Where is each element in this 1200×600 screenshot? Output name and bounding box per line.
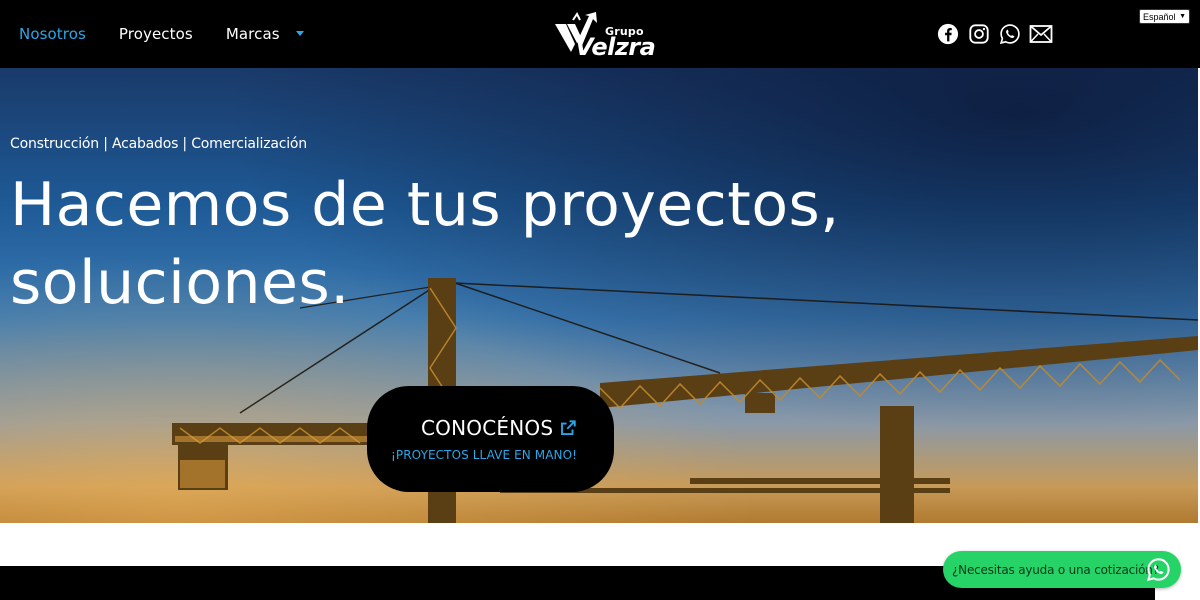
- language-select-value: Español: [1143, 11, 1176, 22]
- whatsapp-help-button[interactable]: ¿Necesitas ayuda o una cotización?: [943, 551, 1181, 588]
- external-link-icon: [561, 420, 576, 435]
- top-navbar: Nosotros Proyectos Marcas Grupo Velzra E…: [0, 0, 1200, 68]
- facebook-icon[interactable]: [936, 22, 960, 46]
- nav-item-marcas-dropdown[interactable]: Marcas: [226, 25, 304, 43]
- social-links: [936, 22, 1060, 46]
- hero-title: Hacemos de tus proyectos, soluciones.: [10, 170, 840, 318]
- hero-subtitle: Construcción | Acabados | Comercializaci…: [10, 136, 307, 152]
- language-select[interactable]: Español ▼: [1139, 9, 1190, 24]
- whatsapp-icon: [1146, 558, 1170, 582]
- nav-item-proyectos[interactable]: Proyectos: [119, 25, 193, 43]
- mail-icon[interactable]: [1029, 22, 1053, 46]
- chevron-down-icon: ▼: [1179, 13, 1186, 20]
- conocenos-button[interactable]: CONOCÉNOS ¡PROYECTOS LLAVE EN MANO!: [367, 386, 614, 492]
- hero-banner: Construcción | Acabados | Comercializaci…: [0, 68, 1198, 523]
- logo-text-big: Velzra: [575, 33, 656, 61]
- whatsapp-icon[interactable]: [998, 22, 1022, 46]
- cta-sub-label: ¡PROYECTOS LLAVE EN MANO!: [391, 448, 578, 462]
- nav-item-nosotros[interactable]: Nosotros: [19, 25, 86, 43]
- nav-links: Nosotros Proyectos Marcas: [19, 25, 304, 43]
- instagram-icon[interactable]: [967, 22, 991, 46]
- brand-logo[interactable]: Grupo Velzra: [553, 12, 656, 61]
- cta-main-label: CONOCÉNOS: [421, 416, 554, 440]
- chevron-down-icon[interactable]: [295, 30, 304, 36]
- nav-item-marcas[interactable]: Marcas: [226, 25, 280, 43]
- cta-main-wrapper: CONOCÉNOS: [421, 416, 577, 440]
- whatsapp-help-label: ¿Necesitas ayuda o una cotización?: [952, 562, 1159, 577]
